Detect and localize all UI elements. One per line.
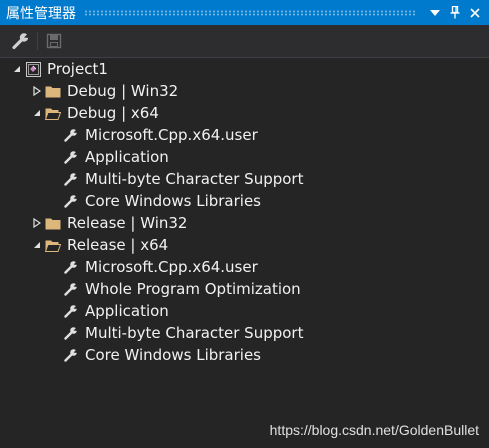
wrench-icon xyxy=(62,171,80,187)
watermark-url: https://blog.csdn.net/GoldenBullet xyxy=(269,422,479,438)
tree-label: Whole Program Optimization xyxy=(85,280,301,298)
tree-label: Debug | x64 xyxy=(67,104,159,122)
tree-node-config[interactable]: Debug | Win32 xyxy=(0,80,489,102)
tree-label: Release | Win32 xyxy=(67,214,188,232)
title-grip[interactable] xyxy=(84,9,417,16)
toolbar-separator xyxy=(37,32,38,50)
tree-label: Application xyxy=(85,148,169,166)
tree-node-property-sheet[interactable]: Multi-byte Character Support xyxy=(0,322,489,344)
tree-label: Microsoft.Cpp.x64.user xyxy=(85,126,258,144)
tree-node-property-sheet[interactable]: Core Windows Libraries xyxy=(0,190,489,212)
panel-title: 属性管理器 xyxy=(6,5,76,22)
expanded-arrow-icon[interactable] xyxy=(30,238,44,252)
tree-node-property-sheet[interactable]: Microsoft.Cpp.x64.user xyxy=(0,124,489,146)
save-button[interactable] xyxy=(41,29,67,53)
tree-label: Core Windows Libraries xyxy=(85,346,261,364)
expanded-arrow-icon[interactable] xyxy=(30,106,44,120)
panel-title-bar: 属性管理器 xyxy=(0,0,489,25)
tree-label: Release | x64 xyxy=(67,236,169,254)
tree-node-config[interactable]: Release | Win32 xyxy=(0,212,489,234)
close-icon[interactable] xyxy=(465,3,485,23)
tree-node-property-sheet[interactable]: Application xyxy=(0,146,489,168)
tree-label: Project1 xyxy=(47,60,108,78)
folder-open-icon xyxy=(44,105,62,121)
folder-icon xyxy=(44,215,62,231)
property-tree: Project1 Debug | Win32 Debug | x64 Micro… xyxy=(0,58,489,448)
pin-icon[interactable] xyxy=(445,3,465,23)
tree-node-project[interactable]: Project1 xyxy=(0,58,489,80)
save-icon xyxy=(46,33,62,49)
tree-node-property-sheet[interactable]: Multi-byte Character Support xyxy=(0,168,489,190)
tree-node-property-sheet[interactable]: Core Windows Libraries xyxy=(0,344,489,366)
wrench-icon xyxy=(62,303,80,319)
toolbar xyxy=(0,25,489,58)
folder-icon xyxy=(44,83,62,99)
project-icon xyxy=(24,61,42,77)
tree-label: Multi-byte Character Support xyxy=(85,324,304,342)
wrench-icon xyxy=(62,127,80,143)
wrench-icon xyxy=(62,193,80,209)
folder-open-icon xyxy=(44,237,62,253)
tree-label: Microsoft.Cpp.x64.user xyxy=(85,258,258,276)
properties-wrench-button[interactable] xyxy=(8,29,34,53)
wrench-icon xyxy=(62,259,80,275)
wrench-icon xyxy=(62,347,80,363)
tree-label: Core Windows Libraries xyxy=(85,192,261,210)
tree-node-property-sheet[interactable]: Microsoft.Cpp.x64.user xyxy=(0,256,489,278)
tree-label: Multi-byte Character Support xyxy=(85,170,304,188)
tree-node-property-sheet[interactable]: Application xyxy=(0,300,489,322)
expanded-arrow-icon[interactable] xyxy=(10,62,24,76)
wrench-icon xyxy=(62,325,80,341)
collapsed-arrow-icon[interactable] xyxy=(30,84,44,98)
dropdown-arrow-icon[interactable] xyxy=(425,3,445,23)
wrench-icon xyxy=(62,281,80,297)
tree-node-property-sheet[interactable]: Whole Program Optimization xyxy=(0,278,489,300)
collapsed-arrow-icon[interactable] xyxy=(30,216,44,230)
wrench-icon xyxy=(62,149,80,165)
tree-node-config[interactable]: Release | x64 xyxy=(0,234,489,256)
wrench-icon xyxy=(12,32,29,50)
tree-node-config[interactable]: Debug | x64 xyxy=(0,102,489,124)
tree-label: Debug | Win32 xyxy=(67,82,179,100)
tree-label: Application xyxy=(85,302,169,320)
